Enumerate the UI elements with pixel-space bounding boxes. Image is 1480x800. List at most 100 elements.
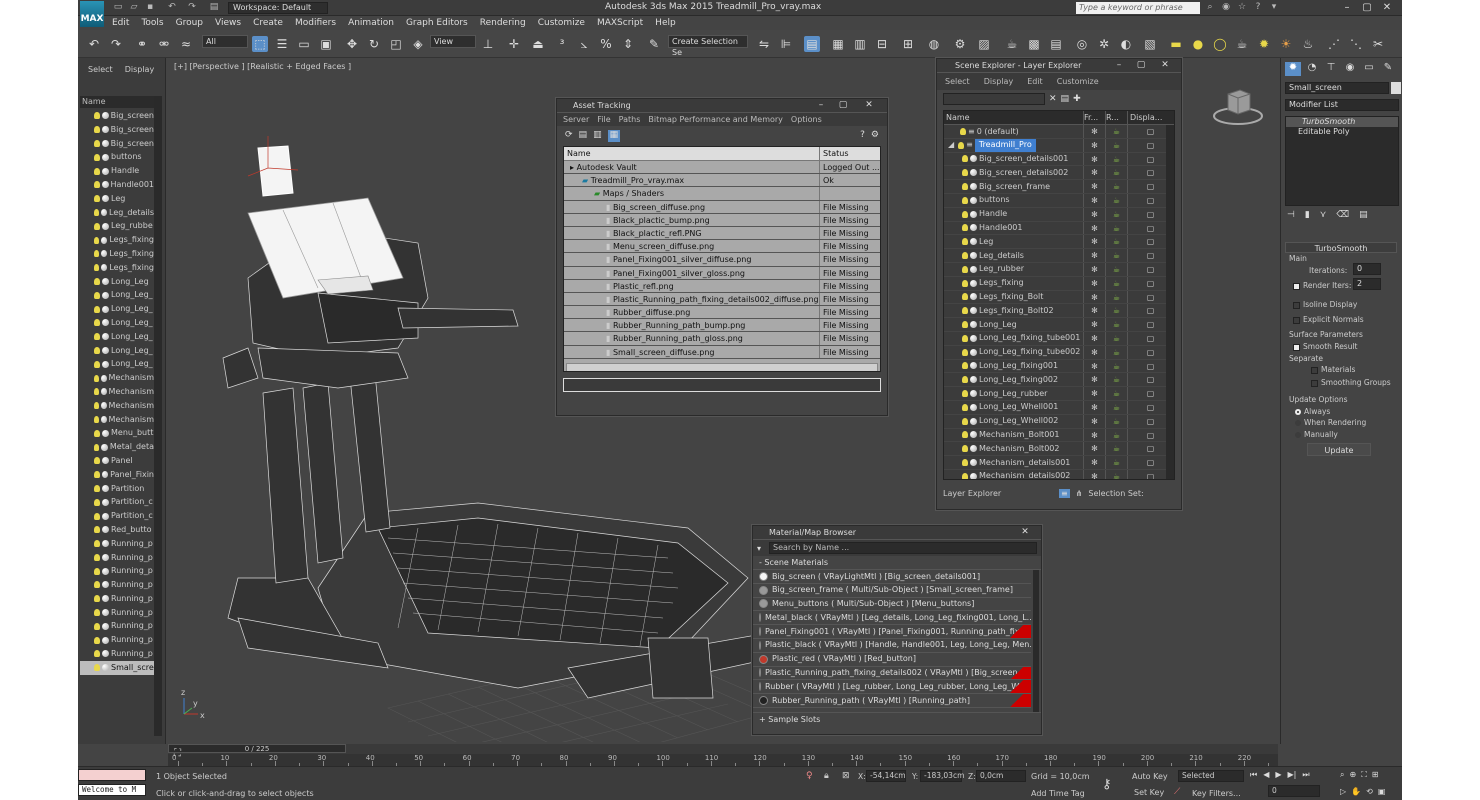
visibility-bulb-icon[interactable] xyxy=(94,443,100,451)
go-to-start-icon[interactable]: ⏮ xyxy=(1250,770,1257,780)
scene-list-item[interactable]: Mechanism xyxy=(80,399,154,413)
visibility-bulb-icon[interactable] xyxy=(962,362,968,370)
asset-menu-server[interactable]: Server xyxy=(563,115,589,124)
percent-snap-icon[interactable]: % xyxy=(598,36,614,52)
pivot-center-icon[interactable]: ⊥ xyxy=(480,36,496,52)
z-coordinate[interactable]: 0,0cm xyxy=(976,770,1026,782)
scene-object-row[interactable]: Long_Leg_fixing_tube002 ✻ ☕ ▢ xyxy=(944,345,1174,360)
asset-menu-bitmap[interactable]: Bitmap Performance and Memory xyxy=(648,115,783,124)
scene-list-item[interactable]: Mechanism xyxy=(80,385,154,399)
render-toggle-icon[interactable]: ☕ xyxy=(1106,207,1128,221)
scene-object-row[interactable]: Leg_details ✻ ☕ ▢ xyxy=(944,249,1174,263)
visibility-bulb-icon[interactable] xyxy=(962,183,968,191)
scene-object-row[interactable]: Mechanism_details001 ✻ ☕ ▢ xyxy=(944,456,1174,470)
tab-select[interactable]: Select xyxy=(88,65,113,75)
material-search-input[interactable]: Search by Name ... xyxy=(769,542,1037,554)
visibility-bulb-icon[interactable] xyxy=(94,512,100,520)
freeze-toggle-icon[interactable]: ✻ xyxy=(1084,331,1106,345)
render-toggle-icon[interactable]: ☕ xyxy=(1106,359,1128,373)
scene-list-item[interactable]: Long_Leg_ xyxy=(80,316,154,330)
asset-row[interactable]: ▮ Panel_Fixing001_silver_gloss.png File M… xyxy=(564,266,880,280)
render-toggle-icon[interactable]: ☕ xyxy=(1106,166,1128,180)
freeze-toggle-icon[interactable]: ✻ xyxy=(1084,428,1106,442)
scene-minimize-button[interactable]: – xyxy=(1113,60,1125,71)
render-toggle-icon[interactable]: ☕ xyxy=(1106,428,1128,442)
scene-list-item[interactable]: Red_butto xyxy=(80,523,154,537)
field-of-view-icon[interactable]: ▷ xyxy=(1340,787,1346,796)
menu-group[interactable]: Group xyxy=(170,16,209,30)
render-toggle-icon[interactable]: ☕ xyxy=(1106,414,1128,428)
current-frame-input[interactable]: 0 xyxy=(1268,785,1320,797)
play-icon[interactable]: ▶ xyxy=(1275,770,1281,780)
clear-find-icon[interactable]: ✕ xyxy=(1049,94,1057,104)
visibility-bulb-icon[interactable] xyxy=(94,622,100,630)
keyboard-shortcut-icon[interactable]: ⏏ xyxy=(530,36,546,52)
tree-view-icon[interactable]: ▥ xyxy=(593,130,602,142)
asset-row[interactable]: ▮ Rubber_Running_path_bump.png File Missi… xyxy=(564,319,880,333)
visibility-bulb-icon[interactable] xyxy=(962,403,968,411)
render-iters-input[interactable]: 2 xyxy=(1353,278,1381,290)
visibility-bulb-icon[interactable] xyxy=(94,167,100,175)
scene-object-row[interactable]: Leg_rubber ✻ ☕ ▢ xyxy=(944,262,1174,277)
visibility-bulb-icon[interactable] xyxy=(94,636,100,644)
update-button[interactable]: Update xyxy=(1307,443,1371,456)
y-coordinate[interactable]: -183,03cm xyxy=(920,770,964,782)
scene-object-row[interactable]: Handle001 ✻ ☕ ▢ xyxy=(944,221,1174,236)
material-vscrollbar[interactable] xyxy=(1033,570,1039,712)
key-filter-icon[interactable]: ⟋ xyxy=(1174,787,1180,797)
render-toggle-icon[interactable]: ☕ xyxy=(1106,331,1128,345)
rendered-frame-icon[interactable]: ▨ xyxy=(976,36,992,52)
new-file-icon[interactable]: ▭ xyxy=(112,2,124,13)
menu-rendering[interactable]: Rendering xyxy=(474,16,532,30)
scene-list-item[interactable]: Handle001 xyxy=(80,178,154,192)
render-iters-checkbox[interactable] xyxy=(1293,282,1300,290)
visibility-bulb-icon[interactable] xyxy=(962,169,968,177)
freeze-toggle-icon[interactable]: ✻ xyxy=(1084,207,1106,221)
freeze-toggle-icon[interactable]: ✻ xyxy=(1084,318,1106,331)
scene-list-header[interactable]: Name xyxy=(80,96,158,108)
visibility-bulb-icon[interactable] xyxy=(962,472,968,479)
render-toggle-icon[interactable]: ☕ xyxy=(1106,456,1128,469)
freeze-toggle-icon[interactable]: ✻ xyxy=(1084,221,1106,235)
bind-space-warp-icon[interactable]: ≈ xyxy=(178,36,194,52)
asset-row[interactable]: ▮ Plastic_refl.png File Missing xyxy=(564,279,880,293)
new-layer-icon[interactable]: ▤ xyxy=(1061,94,1070,104)
menu-help[interactable]: Help xyxy=(649,16,682,30)
set-key-button[interactable]: Set Key xyxy=(1134,788,1164,797)
vray-proxy-icon[interactable]: ▧ xyxy=(1142,36,1158,52)
asset-row[interactable]: ▰ Maps / Shaders xyxy=(564,187,880,201)
asset-settings-icon[interactable]: ⚙ xyxy=(871,130,879,142)
asset-close-button[interactable]: ✕ xyxy=(863,100,875,111)
scene-col-render[interactable]: R... xyxy=(1106,111,1128,124)
asset-menu-paths[interactable]: Paths xyxy=(619,115,641,124)
scene-maximize-button[interactable]: ▢ xyxy=(1135,60,1147,71)
visibility-bulb-icon[interactable] xyxy=(94,333,100,341)
freeze-toggle-icon[interactable]: ✻ xyxy=(1084,152,1106,166)
render-toggle-icon[interactable]: ☕ xyxy=(1106,235,1128,249)
render-toggle-icon[interactable]: ☕ xyxy=(1106,387,1128,400)
scene-object-row[interactable]: Legs_fixing_Bolt ✻ ☕ ▢ xyxy=(944,290,1174,305)
scene-list-item[interactable]: Long_Leg_ xyxy=(80,330,154,344)
render-toggle-icon[interactable]: ☕ xyxy=(1106,318,1128,331)
freeze-toggle-icon[interactable]: ✻ xyxy=(1084,387,1106,400)
asset-maximize-button[interactable]: ▢ xyxy=(837,100,849,111)
visibility-bulb-icon[interactable] xyxy=(94,236,100,244)
absolute-mode-icon[interactable]: ⊠ xyxy=(842,771,850,781)
help-icon[interactable]: ? xyxy=(1252,2,1264,13)
scene-list-item[interactable]: Running_p xyxy=(80,564,154,578)
undo-icon[interactable]: ↶ xyxy=(86,36,102,52)
scene-menu-select[interactable]: Select xyxy=(945,77,970,86)
menu-customize[interactable]: Customize xyxy=(532,16,591,30)
render-iters-row[interactable]: Render Iters: xyxy=(1293,281,1351,290)
maximize-viewport-icon[interactable]: ▣ xyxy=(1378,787,1386,796)
viewcube-icon[interactable] xyxy=(1208,80,1268,130)
scene-list-item[interactable]: Legs_fixing xyxy=(80,261,154,275)
scene-list-item[interactable]: Partition_c xyxy=(80,509,154,523)
save-icon[interactable]: ▪ xyxy=(144,2,156,13)
scene-explorer-icon[interactable]: ▤ xyxy=(804,36,820,52)
visibility-bulb-icon[interactable] xyxy=(94,415,99,423)
scene-list-item[interactable]: Big_screen xyxy=(80,109,154,123)
visibility-bulb-icon[interactable] xyxy=(962,376,968,384)
object-name-field[interactable]: Small_screen xyxy=(1285,82,1389,94)
material-item[interactable]: Metal_black ( VRayMtl ) [Leg_details, Lo… xyxy=(753,611,1031,626)
